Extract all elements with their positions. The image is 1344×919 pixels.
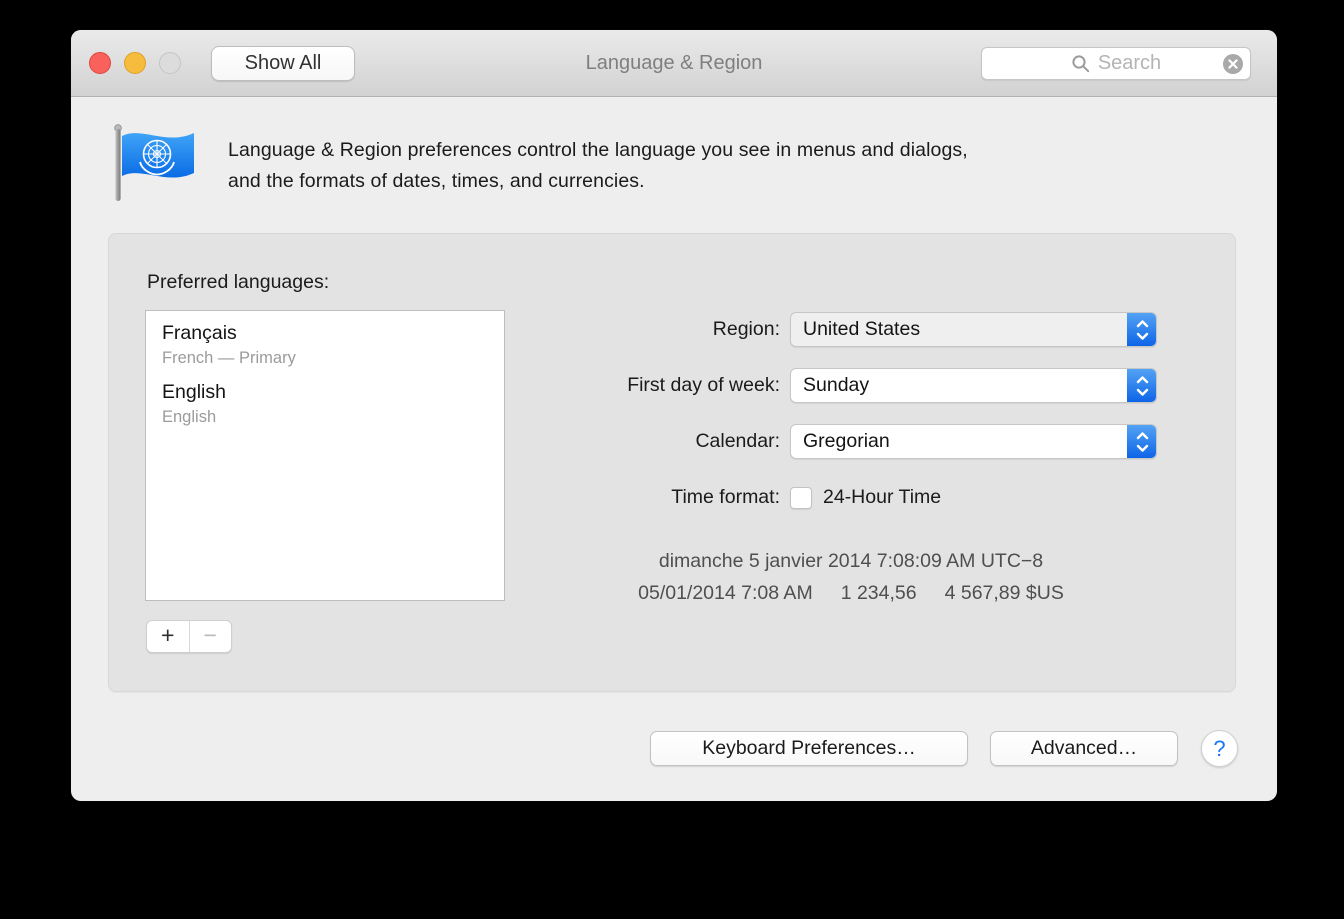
search-input[interactable]: Search	[981, 47, 1251, 80]
language-region-window: Language & Region Show All Search	[71, 30, 1277, 801]
format-preview: dimanche 5 janvier 2014 7:08:09 AM UTC−8…	[591, 550, 1111, 605]
preview-currency: 4 567,89 $US	[945, 582, 1064, 605]
region-popup[interactable]: United States	[790, 312, 1157, 347]
region-value: United States	[791, 318, 1127, 341]
description-line-1: Language & Region preferences control th…	[228, 135, 968, 166]
preview-number: 1 234,56	[841, 582, 917, 605]
24-hour-time-checkbox[interactable]	[790, 487, 812, 509]
desktop-background: Language & Region Show All Search	[0, 0, 1344, 919]
preview-short-date: 05/01/2014 7:08 AM	[638, 582, 813, 605]
close-button[interactable]	[89, 52, 111, 74]
popup-chevrons-icon	[1127, 424, 1157, 459]
preferred-languages-list[interactable]: Français French — Primary English Englis…	[145, 310, 505, 601]
un-flag-icon	[109, 122, 197, 209]
24-hour-time-label: 24-Hour Time	[823, 486, 941, 509]
calendar-value: Gregorian	[791, 430, 1127, 453]
first-day-popup[interactable]: Sunday	[790, 368, 1157, 403]
traffic-lights	[89, 52, 181, 74]
advanced-button[interactable]: Advanced…	[990, 731, 1178, 766]
time-format-label: Time format:	[470, 480, 780, 515]
first-day-label: First day of week:	[470, 368, 780, 403]
preview-full-date: dimanche 5 janvier 2014 7:08:09 AM UTC−8	[591, 550, 1111, 573]
first-day-value: Sunday	[791, 374, 1127, 397]
language-name: Français	[162, 322, 488, 345]
help-button[interactable]: ?	[1201, 730, 1238, 767]
language-name: English	[162, 381, 488, 404]
popup-chevrons-icon	[1127, 312, 1157, 347]
preference-description: Language & Region preferences control th…	[228, 135, 968, 197]
preferred-languages-label: Preferred languages:	[147, 271, 329, 294]
search-placeholder-text: Search	[1098, 52, 1161, 75]
minimize-button[interactable]	[124, 52, 146, 74]
list-item-francais[interactable]: Français French — Primary	[146, 311, 504, 370]
language-detail: French — Primary	[162, 349, 488, 368]
language-detail: English	[162, 408, 488, 427]
region-label: Region:	[470, 312, 780, 347]
calendar-label: Calendar:	[470, 424, 780, 459]
add-language-button[interactable]: +	[147, 621, 190, 652]
show-all-button[interactable]: Show All	[211, 46, 355, 81]
popup-chevrons-icon	[1127, 368, 1157, 403]
description-line-2: and the formats of dates, times, and cur…	[228, 166, 968, 197]
list-item-english[interactable]: English English	[146, 370, 504, 429]
remove-language-button[interactable]: −	[190, 621, 232, 652]
search-icon	[1071, 54, 1091, 74]
window-toolbar: Language & Region Show All Search	[71, 30, 1277, 97]
calendar-popup[interactable]: Gregorian	[790, 424, 1157, 459]
zoom-button	[159, 52, 181, 74]
add-remove-control: + −	[146, 620, 232, 653]
keyboard-preferences-button[interactable]: Keyboard Preferences…	[650, 731, 968, 766]
search-clear-icon[interactable]	[1222, 53, 1244, 75]
